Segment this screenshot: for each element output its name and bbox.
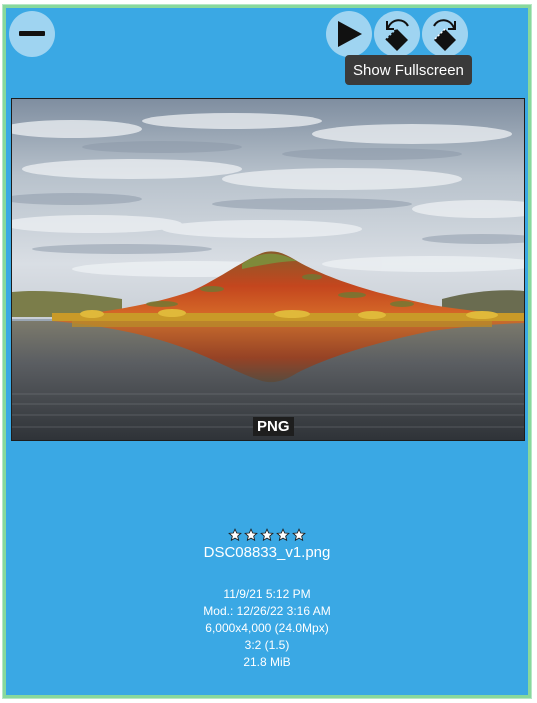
rating[interactable]	[6, 528, 528, 542]
landscape-photo	[12, 99, 524, 440]
modified-date: Mod.: 12/26/22 3:16 AM	[203, 604, 331, 618]
image-dimensions: 6,000x4,000 (24.0Mpx)	[205, 621, 329, 635]
star-icon[interactable]	[260, 528, 274, 542]
rotate-left-button[interactable]	[374, 11, 420, 57]
rotate-right-icon	[433, 19, 456, 51]
filename: DSC08833_v1.png	[203, 544, 331, 561]
fullscreen-button[interactable]	[326, 11, 372, 57]
format-badge: PNG	[253, 417, 294, 436]
collapse-button[interactable]	[9, 11, 55, 57]
fullscreen-tooltip: Show Fullscreen	[345, 55, 472, 85]
play-icon	[338, 21, 362, 47]
star-icon[interactable]	[244, 528, 258, 542]
rotate-right-button[interactable]	[422, 11, 468, 57]
thumbnail-card[interactable]: Show Fullscreen PNG DSC08833_v1.png 11/9…	[2, 4, 532, 699]
image-thumbnail[interactable]: PNG	[11, 98, 525, 441]
file-size: 21.8 MiB	[243, 655, 291, 669]
rotate-left-icon	[385, 19, 409, 51]
star-icon[interactable]	[292, 528, 306, 542]
aspect-ratio: 3:2 (1.5)	[244, 638, 290, 652]
capture-date: 11/9/21 5:12 PM	[223, 587, 311, 601]
minus-icon	[19, 31, 45, 36]
star-icon[interactable]	[276, 528, 290, 542]
star-icon[interactable]	[228, 528, 242, 542]
